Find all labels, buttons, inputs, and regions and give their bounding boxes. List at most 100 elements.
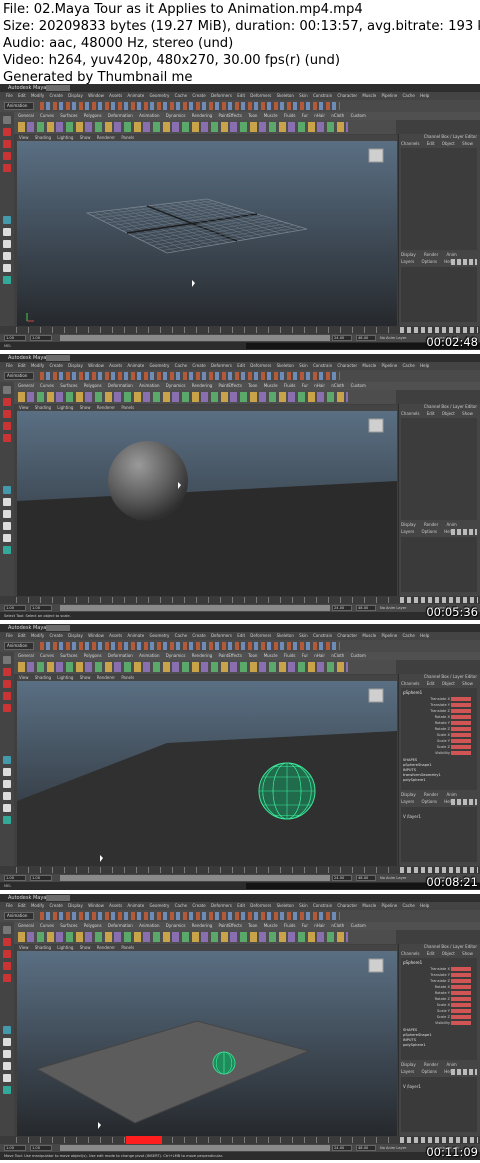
tool-icon[interactable] <box>3 950 11 958</box>
channel-value-field[interactable] <box>451 751 471 755</box>
status-line-icons[interactable] <box>40 912 340 920</box>
channel-value-field[interactable] <box>451 997 471 1001</box>
layer-editor-tabs[interactable]: Display Render Anim <box>401 1062 479 1068</box>
shelf-icons[interactable] <box>14 660 396 674</box>
channel-value-field[interactable] <box>451 727 471 731</box>
tool-icon[interactable] <box>3 116 11 124</box>
anim-layer-select[interactable]: No Anim Layer <box>380 604 406 612</box>
range-start-field[interactable]: 1.00 <box>4 1145 26 1151</box>
tool-icon[interactable] <box>3 1086 11 1094</box>
range-bar[interactable] <box>60 1145 330 1151</box>
range-bar[interactable] <box>60 605 330 611</box>
tool-icon[interactable] <box>3 1038 11 1046</box>
tool-icon[interactable] <box>3 486 11 494</box>
tool-icon[interactable] <box>3 704 11 712</box>
playback-end-field[interactable]: 24.00 <box>332 605 352 611</box>
tool-icon[interactable] <box>3 804 11 812</box>
channel-value-field[interactable] <box>451 979 471 983</box>
viewport-3d[interactable] <box>17 951 397 1136</box>
tool-icon[interactable] <box>3 974 11 982</box>
channel-box-menu[interactable]: Channels Edit Object Show <box>401 681 479 687</box>
channel-value-field[interactable] <box>451 1003 471 1007</box>
tool-icon[interactable] <box>3 216 11 224</box>
channel-value-field[interactable] <box>451 973 471 977</box>
shelf-tab-labels[interactable]: General Curves Surfaces Polygons Deforma… <box>18 382 366 390</box>
range-end-field[interactable]: 48.00 <box>356 605 376 611</box>
layer-row[interactable]: V /layer1 <box>403 814 421 820</box>
tool-icon[interactable] <box>3 264 11 272</box>
layer-editor-tabs[interactable]: Display Render Anim <box>401 522 479 528</box>
shelf-tab-labels[interactable]: General Curves Surfaces Polygons Deforma… <box>18 112 366 120</box>
channel-value-field[interactable] <box>451 697 471 701</box>
tool-icon[interactable] <box>3 926 11 934</box>
layer-buttons[interactable] <box>451 1069 477 1075</box>
channel-value-field[interactable] <box>451 1015 471 1019</box>
command-language-tag[interactable]: MEL <box>4 343 11 349</box>
anim-layer-select[interactable]: No Anim Layer <box>380 334 406 342</box>
layer-editor-tabs[interactable]: Display Render Anim <box>401 252 479 258</box>
tool-icon[interactable] <box>3 128 11 136</box>
viewport-scene[interactable] <box>17 141 397 326</box>
playback-controls[interactable] <box>400 1137 478 1143</box>
command-language-tag[interactable]: MEL <box>4 883 11 889</box>
channel-value-field[interactable] <box>451 1021 471 1025</box>
range-end-field[interactable]: 48.00 <box>356 1145 376 1151</box>
channel-value-field[interactable] <box>451 985 471 989</box>
channel-value-field[interactable] <box>451 739 471 743</box>
viewport-3d[interactable] <box>17 141 397 326</box>
menu-items[interactable]: File Edit Modify Create Display Window A… <box>6 362 429 370</box>
channel-attribute-row[interactable]: Visibility <box>403 1020 475 1026</box>
menu-set-select[interactable]: Animation <box>4 102 34 110</box>
range-bar[interactable] <box>60 875 330 881</box>
tool-icon[interactable] <box>3 276 11 284</box>
layer-buttons[interactable] <box>451 529 477 535</box>
tool-icon[interactable] <box>3 692 11 700</box>
tool-icon[interactable] <box>3 680 11 688</box>
input-node[interactable]: polySphere1 <box>403 778 475 783</box>
tool-icon[interactable] <box>3 816 11 824</box>
tool-icon[interactable] <box>3 240 11 248</box>
playback-start-field[interactable]: 1.00 <box>30 605 52 611</box>
tool-icon[interactable] <box>3 498 11 506</box>
channel-value-field[interactable] <box>451 709 471 713</box>
tool-icon[interactable] <box>3 434 11 442</box>
playback-end-field[interactable]: 24.00 <box>332 875 352 881</box>
channel-value-field[interactable] <box>451 745 471 749</box>
tool-icon[interactable] <box>3 962 11 970</box>
tool-icon[interactable] <box>3 756 11 764</box>
playback-end-field[interactable]: 24.00 <box>332 335 352 341</box>
shelf-icons[interactable] <box>14 120 396 134</box>
range-start-field[interactable]: 1.00 <box>4 605 26 611</box>
tool-icon[interactable] <box>3 1050 11 1058</box>
playback-controls[interactable] <box>400 327 478 333</box>
range-bar[interactable] <box>60 335 330 341</box>
shelf-icons[interactable] <box>14 390 396 404</box>
layer-buttons[interactable] <box>451 259 477 265</box>
tool-icon[interactable] <box>3 546 11 554</box>
tool-icon[interactable] <box>3 386 11 394</box>
channel-value-field[interactable] <box>451 1009 471 1013</box>
menu-items[interactable]: File Edit Modify Create Display Window A… <box>6 632 429 640</box>
menu-set-select[interactable]: Animation <box>4 372 34 380</box>
tool-icon[interactable] <box>3 152 11 160</box>
tool-icon[interactable] <box>3 668 11 676</box>
menu-set-select[interactable]: Animation <box>4 912 34 920</box>
anim-layer-select[interactable]: No Anim Layer <box>380 1144 406 1152</box>
viewport-3d[interactable] <box>17 411 397 596</box>
range-start-field[interactable]: 1.00 <box>4 335 26 341</box>
tool-icon[interactable] <box>3 410 11 418</box>
viewport-scene[interactable] <box>17 951 397 1136</box>
menu-set-select[interactable]: Animation <box>4 642 34 650</box>
viewport-scene[interactable] <box>17 681 397 866</box>
layer-row[interactable]: V /layer1 <box>403 1084 421 1090</box>
status-line-icons[interactable] <box>40 372 340 380</box>
channel-value-field[interactable] <box>451 733 471 737</box>
tool-icon[interactable] <box>3 422 11 430</box>
tool-icon[interactable] <box>3 228 11 236</box>
time-slider[interactable] <box>0 866 480 874</box>
channel-value-field[interactable] <box>451 721 471 725</box>
playback-controls[interactable] <box>400 867 478 873</box>
tool-icon[interactable] <box>3 522 11 530</box>
channel-attribute-row[interactable]: Visibility <box>403 750 475 756</box>
tool-icon[interactable] <box>3 398 11 406</box>
